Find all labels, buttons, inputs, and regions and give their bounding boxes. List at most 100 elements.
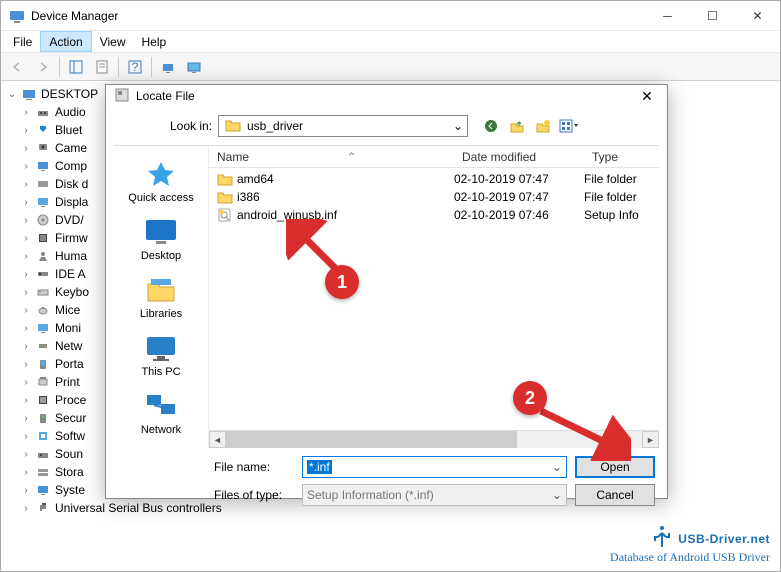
expand-icon[interactable]: › xyxy=(21,359,31,370)
expand-icon[interactable]: › xyxy=(21,287,31,298)
scroll-right-button[interactable]: ► xyxy=(642,431,659,448)
tree-node-label: Syste xyxy=(55,483,85,497)
dialog-close-button[interactable]: ✕ xyxy=(633,85,661,107)
tree-node-label: Firmw xyxy=(55,231,88,245)
cancel-button[interactable]: Cancel xyxy=(575,484,655,506)
file-date: 02-10-2019 07:47 xyxy=(454,190,584,204)
expand-icon[interactable]: › xyxy=(21,305,31,316)
monitor-button[interactable] xyxy=(182,55,206,79)
scroll-left-button[interactable]: ◄ xyxy=(209,431,226,448)
scan-hardware-button[interactable] xyxy=(156,55,180,79)
folder-icon xyxy=(217,172,233,186)
expand-icon[interactable]: › xyxy=(21,125,31,136)
up-one-level-button[interactable] xyxy=(506,115,528,137)
file-row[interactable]: amd6402-10-2019 07:47File folder xyxy=(209,170,659,188)
dialog-title: Locate File xyxy=(136,89,633,103)
expand-icon[interactable]: › xyxy=(21,485,31,496)
place-this-pc[interactable]: This PC xyxy=(114,326,208,384)
main-titlebar: Device Manager ─ ☐ ✕ xyxy=(1,1,780,31)
help-button[interactable]: ? xyxy=(123,55,147,79)
expand-icon[interactable]: › xyxy=(21,449,31,460)
close-button[interactable]: ✕ xyxy=(735,1,780,30)
column-name[interactable]: Name⌃ xyxy=(209,150,454,164)
expand-icon[interactable]: › xyxy=(21,341,31,352)
tree-node-label: IDE A xyxy=(55,267,86,281)
device-icon xyxy=(35,212,51,228)
annotation-badge-1: 1 xyxy=(325,265,359,299)
view-menu-button[interactable] xyxy=(558,115,580,137)
column-type[interactable]: Type xyxy=(584,150,659,164)
tree-node-label: Secur xyxy=(55,411,86,425)
filename-input[interactable]: *.inf ⌄ xyxy=(302,456,567,478)
expand-icon[interactable]: › xyxy=(21,179,31,190)
device-icon xyxy=(35,374,51,390)
inf-file-icon xyxy=(217,208,233,222)
expand-icon[interactable]: › xyxy=(21,503,31,514)
device-icon xyxy=(35,230,51,246)
file-row[interactable]: android_winusb.inf02-10-2019 07:46Setup … xyxy=(209,206,659,224)
dialog-titlebar[interactable]: Locate File ✕ xyxy=(106,85,667,107)
tree-node-label: Moni xyxy=(55,321,81,335)
expand-icon[interactable]: › xyxy=(21,395,31,406)
sort-indicator-icon: ⌃ xyxy=(346,150,356,164)
scroll-thumb[interactable] xyxy=(226,431,517,448)
expand-icon[interactable]: › xyxy=(21,161,31,172)
properties-button[interactable] xyxy=(90,55,114,79)
place-libraries[interactable]: Libraries xyxy=(114,268,208,326)
lookin-row: Look in: usb_driver ⌄ xyxy=(114,115,659,145)
expand-icon[interactable]: › xyxy=(21,269,31,280)
expand-icon[interactable]: › xyxy=(21,251,31,262)
file-list[interactable]: amd6402-10-2019 07:47File folder i386 02-1… xyxy=(209,168,659,430)
annotation-arrow-2 xyxy=(531,401,631,461)
tree-node-label: Print xyxy=(55,375,80,389)
place-desktop[interactable]: Desktop xyxy=(114,210,208,268)
tree-node-label: Porta xyxy=(55,357,84,371)
menu-help[interactable]: Help xyxy=(134,31,175,52)
annotation-badge-2: 2 xyxy=(513,381,547,415)
device-icon xyxy=(35,500,51,516)
chevron-down-icon[interactable]: ⌄ xyxy=(552,460,562,474)
column-date[interactable]: Date modified xyxy=(454,150,584,164)
expand-icon[interactable]: › xyxy=(21,107,31,118)
file-list-header[interactable]: Name⌃ Date modified Type xyxy=(209,146,659,168)
tree-node-label: Keybo xyxy=(55,285,89,299)
expand-icon[interactable]: › xyxy=(21,233,31,244)
tree-node-label: Bluet xyxy=(55,123,82,137)
menu-view[interactable]: View xyxy=(92,31,134,52)
expand-icon[interactable]: › xyxy=(21,467,31,478)
tree-node-label: Proce xyxy=(55,393,86,407)
toolbar: ? xyxy=(1,53,780,81)
file-name: i386 xyxy=(237,190,260,204)
expand-icon[interactable]: › xyxy=(21,413,31,424)
tree-root-label: DESKTOP xyxy=(41,87,98,101)
menu-file[interactable]: File xyxy=(5,31,40,52)
lookin-dropdown[interactable]: usb_driver ⌄ xyxy=(218,115,468,137)
show-hide-tree-button[interactable] xyxy=(64,55,88,79)
back-button[interactable] xyxy=(480,115,502,137)
expand-icon[interactable]: › xyxy=(21,377,31,388)
expand-icon[interactable]: › xyxy=(21,323,31,334)
menu-action[interactable]: Action xyxy=(40,31,91,52)
device-icon xyxy=(35,464,51,480)
network-icon xyxy=(143,390,179,422)
device-icon xyxy=(35,248,51,264)
minimize-button[interactable]: ─ xyxy=(645,1,690,30)
place-network[interactable]: Network xyxy=(114,384,208,442)
chevron-down-icon: ⌄ xyxy=(552,488,562,502)
collapse-icon[interactable]: ⌄ xyxy=(7,89,17,100)
tree-node-label: Disk d xyxy=(55,177,88,191)
file-row[interactable]: i386 02-10-2019 07:47File folder xyxy=(209,188,659,206)
window-controls: ─ ☐ ✕ xyxy=(645,1,780,30)
new-folder-button[interactable] xyxy=(532,115,554,137)
place-quick-access[interactable]: Quick access xyxy=(114,152,208,210)
device-icon xyxy=(35,338,51,354)
expand-icon[interactable]: › xyxy=(21,143,31,154)
expand-icon[interactable]: › xyxy=(21,197,31,208)
expand-icon[interactable]: › xyxy=(21,215,31,226)
lookin-value: usb_driver xyxy=(247,119,303,133)
file-type: File folder xyxy=(584,190,659,204)
expand-icon[interactable]: › xyxy=(21,431,31,442)
file-type: Setup Info xyxy=(584,208,659,222)
file-name: amd64 xyxy=(237,172,274,186)
maximize-button[interactable]: ☐ xyxy=(690,1,735,30)
